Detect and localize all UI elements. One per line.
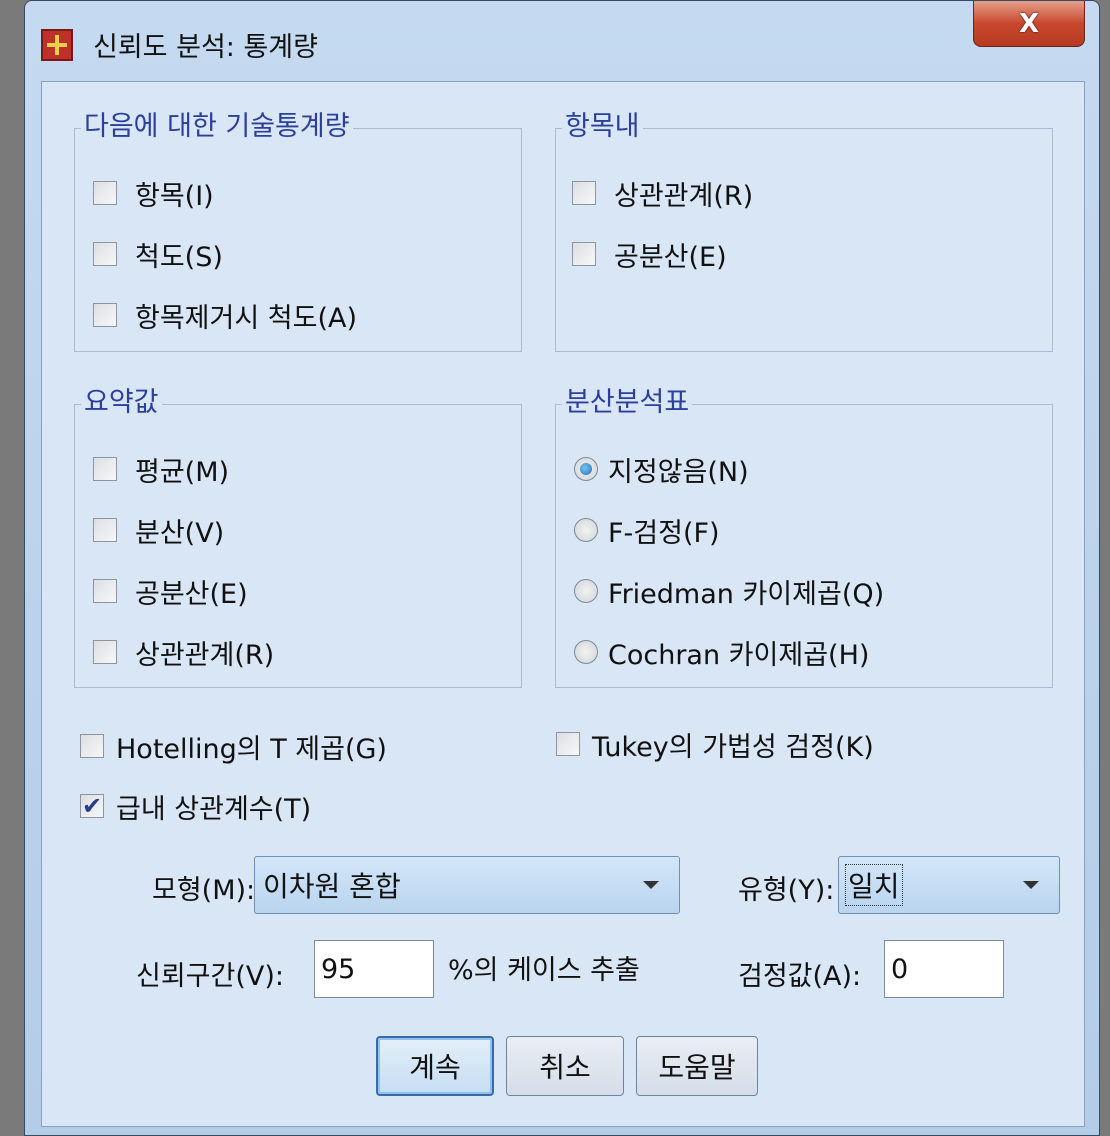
window-title: 신뢰도 분석: 통계량 — [93, 32, 318, 63]
anova-friedman-radio[interactable] — [574, 579, 598, 603]
summary-covariances-checkbox-row[interactable]: 공분산(E) — [93, 573, 248, 610]
model-select[interactable]: 이차원 혼합 — [254, 856, 680, 914]
close-button[interactable]: X — [973, 1, 1085, 47]
anova-table-group: 분산분석표 지정않음(N) F-검정(F) Friedman 카이제곱(Q) C… — [555, 386, 1053, 688]
inter-item-covariances-label: 공분산(E) — [614, 241, 727, 273]
means-checkbox-label: 평균(M) — [135, 456, 230, 488]
item-checkbox-row[interactable]: 항목(I) — [93, 175, 214, 212]
anova-table-group-label: 분산분석표 — [562, 386, 693, 420]
summary-correlations-checkbox[interactable] — [93, 640, 117, 664]
chevron-down-icon — [1023, 881, 1039, 889]
type-select[interactable]: 일치 — [838, 856, 1060, 914]
anova-f-test-label: F-검정(F) — [608, 517, 720, 549]
summary-covariances-checkbox-label: 공분산(E) — [135, 578, 248, 610]
anova-cochran-label: Cochran 카이제곱(H) — [608, 639, 870, 671]
confidence-interval-label: 신뢰구간(V): — [136, 961, 284, 992]
scale-if-deleted-checkbox-row[interactable]: 항목제거시 척도(A) — [93, 297, 357, 334]
summary-correlations-checkbox-label: 상관관계(R) — [135, 639, 275, 671]
item-checkbox-label: 항목(I) — [135, 180, 214, 212]
icc-checkbox[interactable]: ✔ — [80, 792, 104, 820]
continue-button[interactable]: 계속 — [376, 1036, 494, 1096]
inter-item-covariances-checkbox[interactable] — [572, 242, 596, 266]
anova-none-radio-row[interactable]: 지정않음(N) — [574, 451, 749, 488]
title-bar[interactable]: 신뢰도 분석: 통계량 X — [25, 1, 1099, 87]
app-icon — [41, 29, 73, 61]
anova-f-test-radio-row[interactable]: F-검정(F) — [574, 512, 720, 549]
hotelling-checkbox[interactable] — [80, 734, 104, 758]
scale-if-deleted-checkbox-label: 항목제거시 척도(A) — [135, 302, 357, 334]
scale-checkbox[interactable] — [93, 242, 117, 266]
hotelling-checkbox-label: Hotelling의 T 제곱(G) — [116, 733, 387, 765]
summary-correlations-checkbox-row[interactable]: 상관관계(R) — [93, 634, 275, 671]
means-checkbox[interactable] — [93, 457, 117, 481]
anova-none-radio[interactable] — [574, 457, 598, 481]
anova-friedman-radio-row[interactable]: Friedman 카이제곱(Q) — [574, 573, 885, 610]
type-label: 유형(Y): — [738, 875, 835, 906]
item-checkbox[interactable] — [93, 181, 117, 205]
tukey-checkbox[interactable] — [556, 732, 580, 756]
summary-covariances-checkbox[interactable] — [93, 579, 117, 603]
anova-friedman-label: Friedman 카이제곱(Q) — [608, 578, 885, 610]
model-label: 모형(M): — [152, 875, 256, 906]
test-value-label: 검정값(A): — [738, 961, 862, 992]
scale-checkbox-row[interactable]: 척도(S) — [93, 236, 223, 273]
descriptives-group-label: 다음에 대한 기술통계량 — [81, 110, 353, 144]
inter-item-correlations-label: 상관관계(R) — [614, 180, 754, 212]
anova-cochran-radio-row[interactable]: Cochran 카이제곱(H) — [574, 634, 870, 671]
scale-if-deleted-checkbox[interactable] — [93, 303, 117, 327]
model-select-value: 이차원 혼합 — [263, 870, 401, 903]
anova-cochran-radio[interactable] — [574, 640, 598, 664]
help-button[interactable]: 도움말 — [636, 1036, 758, 1096]
hotelling-checkbox-row[interactable]: Hotelling의 T 제곱(G) — [80, 728, 387, 765]
inter-item-covariances-row[interactable]: 공분산(E) — [572, 236, 727, 273]
anova-none-label: 지정않음(N) — [608, 456, 749, 488]
test-value-input[interactable]: 0 — [884, 940, 1004, 998]
variances-checkbox[interactable] — [93, 518, 117, 542]
confidence-interval-input[interactable]: 95 — [314, 940, 434, 998]
tukey-checkbox-label: Tukey의 가법성 검정(K) — [592, 731, 874, 763]
inter-item-group-label: 항목내 — [562, 110, 643, 144]
tukey-checkbox-row[interactable]: Tukey의 가법성 검정(K) — [556, 726, 874, 763]
inter-item-correlations-row[interactable]: 상관관계(R) — [572, 175, 754, 212]
confidence-interval-suffix: %의 케이스 추출 — [448, 955, 640, 986]
cancel-button[interactable]: 취소 — [506, 1036, 624, 1096]
icc-checkbox-label: 급내 상관계수(T) — [116, 793, 312, 825]
type-select-value: 일치 — [845, 864, 903, 906]
means-checkbox-row[interactable]: 평균(M) — [93, 451, 230, 488]
scale-checkbox-label: 척도(S) — [135, 241, 223, 273]
inter-item-correlations-checkbox[interactable] — [572, 181, 596, 205]
dialog-window: 신뢰도 분석: 통계량 X 다음에 대한 기술통계량 항목(I) 척도(S) 항… — [24, 0, 1100, 1136]
summaries-group-label: 요약값 — [81, 386, 162, 420]
variances-checkbox-label: 분산(V) — [135, 517, 225, 549]
descriptives-group: 다음에 대한 기술통계량 항목(I) 척도(S) 항목제거시 척도(A) — [74, 110, 522, 352]
icc-checkbox-row[interactable]: ✔ 급내 상관계수(T) — [80, 788, 312, 825]
chevron-down-icon — [643, 881, 659, 889]
variances-checkbox-row[interactable]: 분산(V) — [93, 512, 225, 549]
dialog-body: 다음에 대한 기술통계량 항목(I) 척도(S) 항목제거시 척도(A) 항목내… — [41, 81, 1085, 1127]
anova-f-test-radio[interactable] — [574, 518, 598, 542]
inter-item-group: 항목내 상관관계(R) 공분산(E) — [555, 110, 1053, 352]
summaries-group: 요약값 평균(M) 분산(V) 공분산(E) 상관관계(R) — [74, 386, 522, 688]
